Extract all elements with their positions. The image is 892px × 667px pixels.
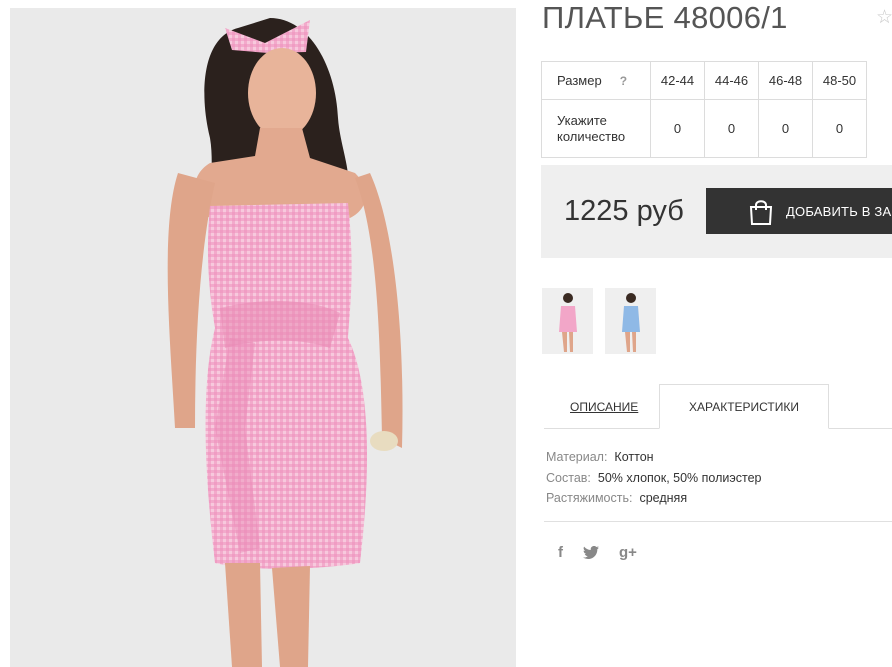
favorite-star-icon[interactable]: ☆ xyxy=(876,6,892,29)
product-tabs: ОПИСАНИЕ ХАРАКТЕРИСТИКИ xyxy=(544,384,892,430)
twitter-icon[interactable] xyxy=(583,546,599,559)
thumbnail-blue[interactable] xyxy=(605,288,656,354)
product-title: ПЛАТЬЕ 48006/1 xyxy=(542,0,788,35)
quantity-input[interactable]: 0 xyxy=(758,99,813,158)
thumbnail-gallery xyxy=(542,288,656,354)
size-label-cell: Размер? xyxy=(541,61,651,100)
quantity-label: Укажите количество xyxy=(541,99,651,158)
thumbnail-pink[interactable] xyxy=(542,288,593,354)
pink-dress-thumbnail-image xyxy=(542,288,593,354)
spec-key: Растяжимость: xyxy=(546,491,633,505)
size-row: Размер? 42-44 44-46 46-48 48-50 xyxy=(541,61,867,100)
spec-key: Состав: xyxy=(546,470,591,485)
quantity-input[interactable]: 0 xyxy=(812,99,867,158)
tab-characteristics[interactable]: ХАРАКТЕРИСТИКИ xyxy=(659,384,829,429)
characteristics-list: Материал: Коттон Состав: 50% хлопок, 50% п… xyxy=(546,447,761,509)
product-price: 1225 руб xyxy=(564,195,684,227)
spec-row: Материал: Коттон xyxy=(546,447,761,468)
size-option: 46-48 xyxy=(758,61,813,100)
google-plus-icon[interactable]: g+ xyxy=(619,544,637,561)
blue-dress-thumbnail-image xyxy=(605,288,656,354)
add-to-cart-button[interactable]: ДОБАВИТЬ В ЗАКАЗ xyxy=(706,188,892,234)
tab-description[interactable]: ОПИСАНИЕ xyxy=(570,400,638,414)
shopping-bag-icon xyxy=(749,200,773,225)
spec-key: Материал: xyxy=(546,450,608,464)
size-label: Размер xyxy=(557,73,602,88)
size-quantity-table: Размер? 42-44 44-46 46-48 48-50 Укажите … xyxy=(541,61,867,158)
size-option: 42-44 xyxy=(650,61,705,100)
size-option: 44-46 xyxy=(704,61,759,100)
facebook-icon[interactable]: f xyxy=(558,544,563,561)
divider xyxy=(544,521,892,522)
spec-value: 50% хлопок, 50% полиэстер xyxy=(597,470,762,485)
size-help-icon[interactable]: ? xyxy=(620,74,627,88)
product-photo[interactable] xyxy=(10,8,516,667)
spec-row: Состав: 50% хлопок, 50% полиэстер xyxy=(546,468,761,489)
quantity-row: Укажите количество 0 0 0 0 xyxy=(541,99,867,158)
size-option: 48-50 xyxy=(812,61,867,100)
spec-row: Растяжимость: средняя xyxy=(546,488,761,509)
model-in-pink-dress-illustration xyxy=(10,8,516,667)
spec-value: средняя xyxy=(639,491,688,505)
quantity-input[interactable]: 0 xyxy=(650,99,705,158)
spec-value: Коттон xyxy=(614,450,654,464)
add-to-cart-label: ДОБАВИТЬ В ЗАКАЗ xyxy=(786,203,892,219)
social-share: f g+ xyxy=(558,544,637,561)
quantity-input[interactable]: 0 xyxy=(704,99,759,158)
price-box: 1225 руб ДОБАВИТЬ В ЗАКАЗ xyxy=(541,165,892,258)
